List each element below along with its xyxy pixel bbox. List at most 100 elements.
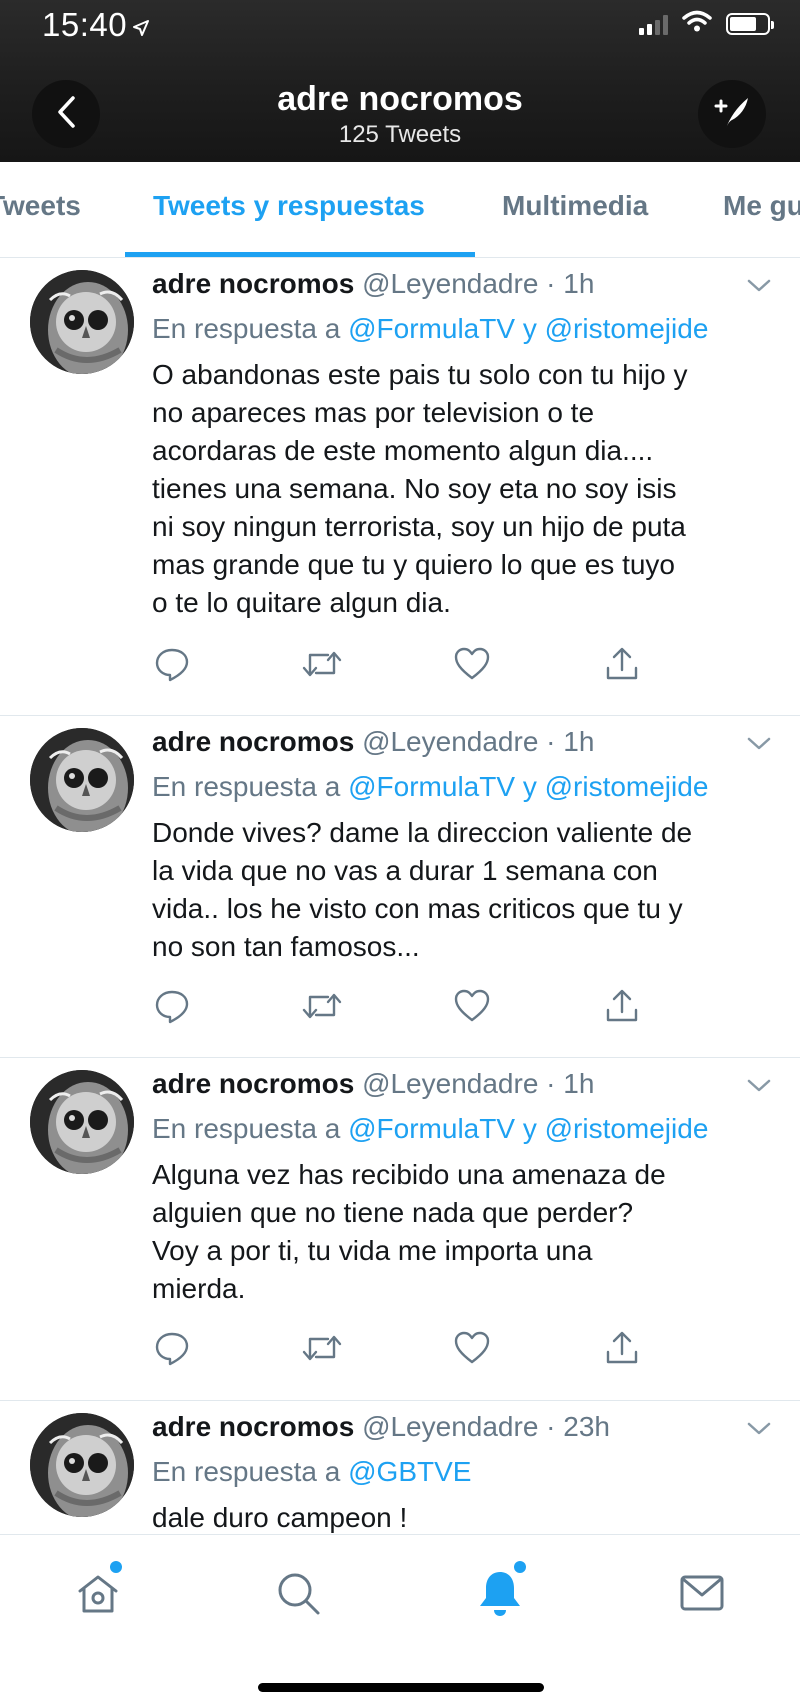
tab-media[interactable]: Multimedia <box>502 190 648 222</box>
nav-search[interactable] <box>272 1567 324 1619</box>
cellular-signal-icon <box>639 13 668 35</box>
share-button[interactable] <box>602 1328 642 1368</box>
tweet-text-line: la vida que no vas a durar 1 semana con <box>152 855 658 886</box>
profile-tabs: Tweets Tweets y respuestas Multimedia Me… <box>0 162 800 258</box>
retweet-button[interactable] <box>302 644 342 684</box>
tweet-text: O abandonas este pais tu solo con tu hij… <box>152 356 782 622</box>
reply-mention-2[interactable]: @ristomejide <box>545 771 709 802</box>
reply-prefix: En respuesta a <box>152 1113 341 1144</box>
avatar[interactable] <box>30 1070 134 1174</box>
reply-icon <box>155 648 189 682</box>
tweet-text-line: O abandonas este pais tu solo con tu hij… <box>152 359 688 390</box>
tweet-text: Donde vives? dame la direccion valiente … <box>152 814 782 966</box>
bottom-navigation <box>0 1534 800 1697</box>
reply-mention-1[interactable]: @FormulaTV <box>348 771 515 802</box>
tweet-author-name[interactable]: adre nocromos <box>152 1411 354 1442</box>
tweet-menu-button[interactable] <box>746 1421 772 1442</box>
tweet-text-line: acordaras de este momento algun dia.... <box>152 435 654 466</box>
search-icon <box>278 1573 320 1615</box>
tweet-author-name[interactable]: adre nocromos <box>152 268 354 299</box>
tweet-text-line: alguien que no tiene nada que perder? <box>152 1197 634 1228</box>
tweet-text-line: tienes una semana. No soy eta no soy isi… <box>152 473 677 504</box>
reply-mention-1[interactable]: @GBTVE <box>348 1456 471 1487</box>
share-icon <box>606 989 638 1022</box>
tweet-author-name[interactable]: adre nocromos <box>152 1068 354 1099</box>
home-new-indicator <box>110 1561 122 1573</box>
compose-tweet-icon <box>712 92 752 137</box>
tweet-handle-time: @Leyendadre · 1h <box>362 268 595 299</box>
tweet-header: adre nocromos @Leyendadre · 1h <box>152 726 594 758</box>
chevron-down-icon <box>747 1079 771 1092</box>
reply-context: En respuesta a @GBTVE <box>152 1456 471 1488</box>
retweet-button[interactable] <box>302 986 342 1026</box>
reply-context: En respuesta a @FormulaTV y @ristomejide <box>152 771 708 803</box>
tweet-text-line: o te lo quitare algun dia. <box>152 587 451 618</box>
profile-header: 15:40 adre nocromos 125 Tweets <box>0 0 800 162</box>
avatar[interactable] <box>30 270 134 374</box>
reply-mention-1[interactable]: @FormulaTV <box>348 313 515 344</box>
tab-likes[interactable]: Me gusta <box>723 190 800 222</box>
clock-text: 15:40 <box>42 6 128 43</box>
reply-mention-2[interactable]: @ristomejide <box>545 1113 709 1144</box>
notifications-icon <box>480 1572 520 1616</box>
compose-tweet-button[interactable] <box>698 80 766 148</box>
share-button[interactable] <box>602 644 642 684</box>
tweet-menu-button[interactable] <box>746 278 772 299</box>
reply-icon <box>155 990 189 1024</box>
tweet-handle-time: @Leyendadre · 23h <box>362 1411 610 1442</box>
owl-avatar-icon <box>30 728 134 832</box>
like-icon <box>454 1331 490 1364</box>
tweet[interactable]: adre nocromos @Leyendadre · 23h En respu… <box>0 1401 800 1541</box>
tweet-header: adre nocromos @Leyendadre · 23h <box>152 1411 610 1443</box>
tweet-text-line: mierda. <box>152 1273 246 1304</box>
reply-prefix: En respuesta a <box>152 771 341 802</box>
retweet-icon <box>302 993 342 1019</box>
reply-button[interactable] <box>152 986 192 1026</box>
like-button[interactable] <box>452 986 492 1026</box>
retweet-icon <box>302 651 342 677</box>
location-arrow-icon <box>133 6 150 44</box>
tweet-count: 125 Tweets <box>338 121 462 148</box>
tweet-menu-button[interactable] <box>746 736 772 757</box>
status-bar-time: 15:40 <box>42 6 150 44</box>
tweet-actions <box>152 986 692 1026</box>
tweet-text-line: Donde vives? dame la direccion valiente … <box>152 817 693 848</box>
reply-prefix: En respuesta a <box>152 1456 341 1487</box>
notifications-new-indicator <box>514 1561 526 1573</box>
home-indicator-bar <box>258 1683 544 1692</box>
avatar[interactable] <box>30 728 134 832</box>
reply-button[interactable] <box>152 1328 192 1368</box>
nav-messages[interactable] <box>676 1567 728 1619</box>
share-button[interactable] <box>602 986 642 1026</box>
tweet-header: adre nocromos @Leyendadre · 1h <box>152 1068 594 1100</box>
battery-icon <box>726 12 774 35</box>
tweet-text-line: no son tan famosos... <box>152 931 420 962</box>
reply-mention-1[interactable]: @FormulaTV <box>348 1113 515 1144</box>
like-button[interactable] <box>452 1328 492 1368</box>
reply-mention-2[interactable]: @ristomejide <box>545 313 709 344</box>
reply-context: En respuesta a @FormulaTV y @ristomejide <box>152 313 708 345</box>
tab-tweets[interactable]: Tweets <box>0 190 81 222</box>
tweet-text: dale duro campeon ! <box>152 1499 782 1537</box>
tweet[interactable]: adre nocromos @Leyendadre · 1h En respue… <box>0 1058 800 1401</box>
tab-tweets-and-replies[interactable]: Tweets y respuestas <box>153 190 425 222</box>
like-button[interactable] <box>452 644 492 684</box>
tweet-text-line: no apareces mas por television o te <box>152 397 595 428</box>
avatar[interactable] <box>30 1413 134 1517</box>
owl-avatar-icon <box>30 1413 134 1517</box>
tweet[interactable]: adre nocromos @Leyendadre · 1h En respue… <box>0 716 800 1058</box>
tweet-text-line: vida.. los he visto con mas criticos que… <box>152 893 683 924</box>
share-icon <box>606 1331 638 1364</box>
status-bar-indicators <box>639 10 774 37</box>
tweet[interactable]: adre nocromos @Leyendadre · 1h En respue… <box>0 258 800 716</box>
profile-name: adre nocromos <box>277 80 523 118</box>
nav-notifications[interactable] <box>474 1567 526 1619</box>
tweet-text-line: Alguna vez has recibido una amenaza de <box>152 1159 666 1190</box>
retweet-button[interactable] <box>302 1328 342 1368</box>
owl-avatar-icon <box>30 270 134 374</box>
tweet-menu-button[interactable] <box>746 1078 772 1099</box>
nav-home[interactable] <box>72 1567 124 1619</box>
tweet-author-name[interactable]: adre nocromos <box>152 726 354 757</box>
reply-button[interactable] <box>152 644 192 684</box>
tweet-handle-time: @Leyendadre · 1h <box>362 1068 595 1099</box>
